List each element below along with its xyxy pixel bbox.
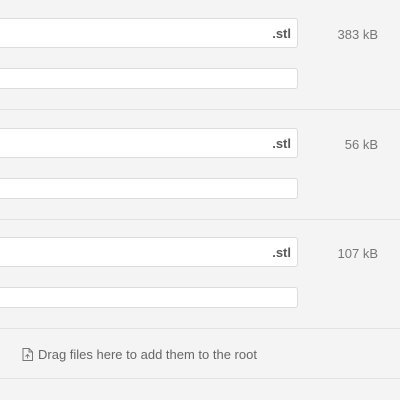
file-description-input[interactable] xyxy=(0,68,298,89)
file-row: .stl 107 kB xyxy=(0,219,400,329)
file-extension: .stl xyxy=(272,136,291,151)
file-name-input[interactable]: .stl xyxy=(0,128,298,158)
file-icon xyxy=(22,348,33,361)
file-size: 56 kB xyxy=(344,137,378,152)
file-description-input[interactable] xyxy=(0,287,298,308)
file-size: 383 kB xyxy=(337,27,378,42)
drop-zone-label: Drag files here to add them to the root xyxy=(38,347,257,362)
file-row: .stl 383 kB xyxy=(0,0,400,110)
file-row: .stl 56 kB xyxy=(0,110,400,220)
file-name-input[interactable]: .stl xyxy=(0,18,298,48)
drop-zone-content: Drag files here to add them to the root xyxy=(22,347,257,362)
file-name-input[interactable]: .stl xyxy=(0,237,298,267)
file-extension: .stl xyxy=(272,245,291,260)
file-description-input[interactable] xyxy=(0,178,298,199)
file-drop-zone[interactable]: Drag files here to add them to the root xyxy=(0,329,400,379)
file-extension: .stl xyxy=(272,26,291,41)
file-upload-list: .stl 383 kB .stl 56 kB .stl 107 kB Drag xyxy=(0,0,400,400)
file-size: 107 kB xyxy=(337,246,378,261)
